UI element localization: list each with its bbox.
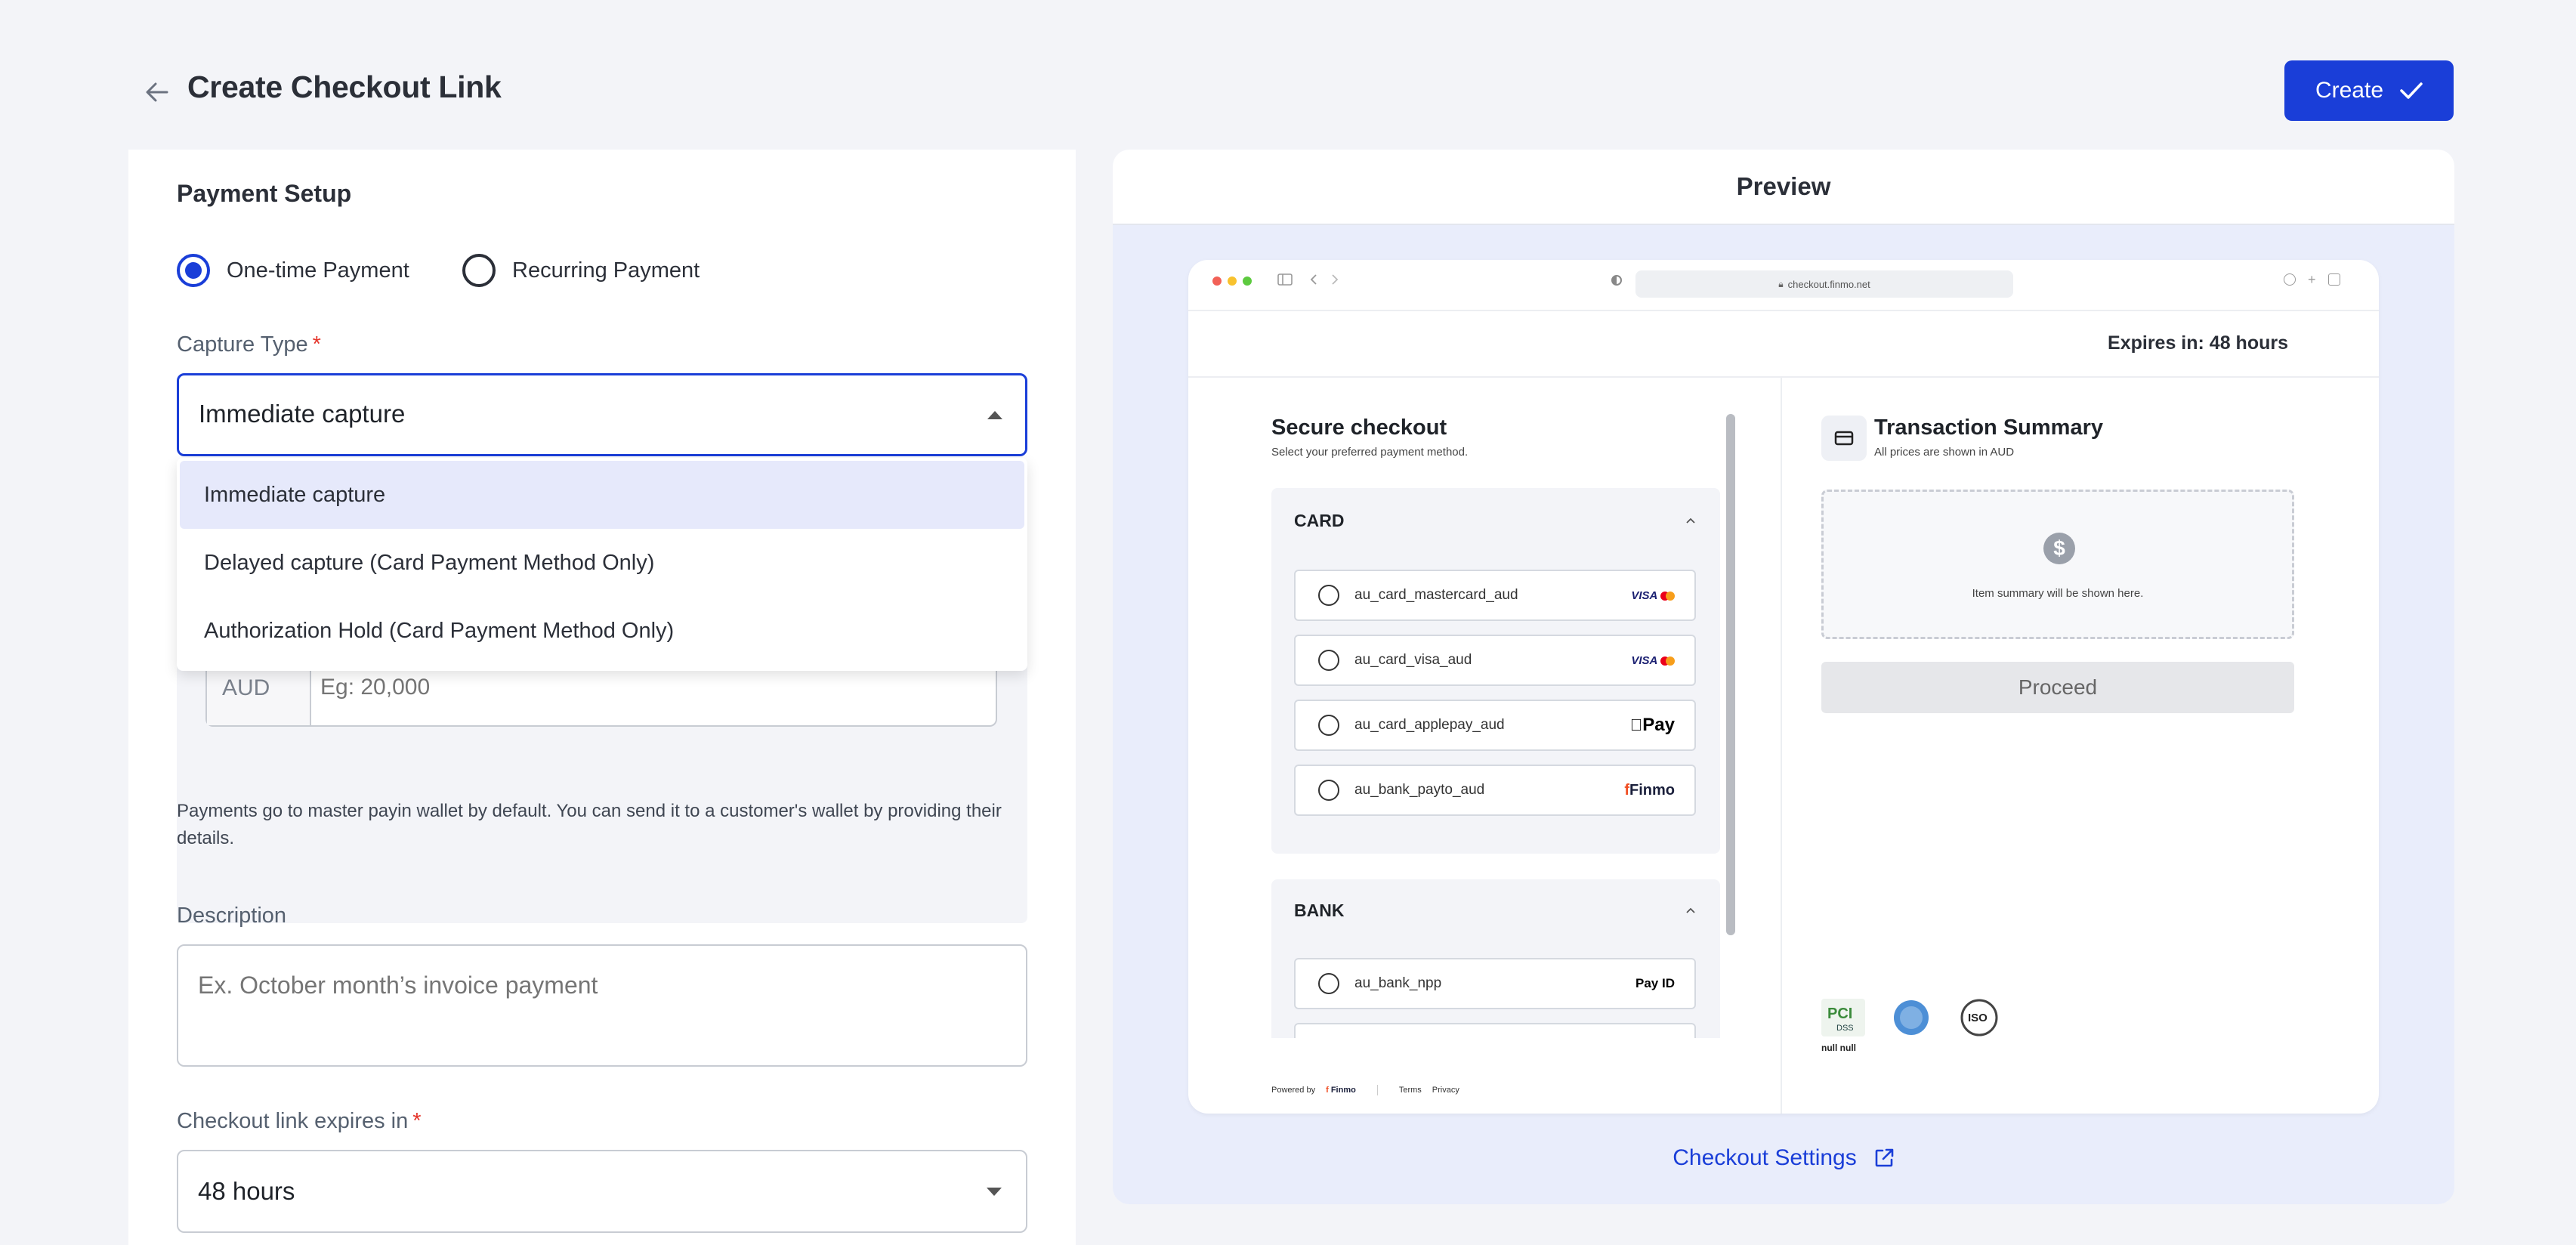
- radio-icon: [1318, 780, 1339, 801]
- capture-type-select[interactable]: Immediate capture: [177, 373, 1027, 456]
- radio-icon: [1318, 973, 1339, 994]
- summary-title: Transaction Summary: [1874, 416, 2103, 440]
- svg-text:PCI: PCI: [1827, 1006, 1852, 1022]
- sidebar-toggle-icon: [1277, 273, 1293, 286]
- item-summary-placeholder: $ Item summary will be shown here.: [1821, 490, 2294, 639]
- browser-mockup: 🔒︎ checkout.finmo.net + Expires in: 48 h…: [1188, 260, 2379, 1114]
- checkout-header: Expires in: 48 hours: [1188, 311, 2379, 378]
- chevron-up-icon[interactable]: [1685, 907, 1696, 914]
- create-button[interactable]: Create: [2284, 60, 2454, 121]
- preview-panel: Preview 🔒︎ checkout.finmo.net + Expires …: [1113, 150, 2454, 1204]
- dropdown-option[interactable]: Authorization Hold (Card Payment Method …: [180, 597, 1024, 665]
- terms-link[interactable]: Terms: [1399, 1086, 1422, 1095]
- expiry-value: 48 hours: [198, 1177, 295, 1205]
- visa-mastercard-icon: VISA: [1631, 654, 1675, 667]
- card-icon: [1821, 416, 1867, 461]
- check-icon: [2400, 82, 2423, 100]
- compliance-badges: PCI DSS ISO: [1821, 999, 2001, 1036]
- amount-input[interactable]: [320, 666, 985, 709]
- summary-subtitle: All prices are shown in AUD: [1874, 446, 2015, 459]
- payment-setup-panel: Payment Setup One-time Payment Recurring…: [128, 150, 1076, 1245]
- card-group-title: CARD: [1294, 511, 1345, 530]
- dropdown-option[interactable]: Immediate capture: [180, 461, 1024, 529]
- chevron-up-icon[interactable]: [1685, 517, 1696, 524]
- privacy-link[interactable]: Privacy: [1432, 1086, 1459, 1095]
- capture-type-value: Immediate capture: [199, 400, 406, 428]
- chevron-up-icon: [987, 411, 1002, 419]
- one-time-payment-radio[interactable]: One-time Payment: [177, 254, 409, 287]
- method-applepay[interactable]: au_card_applepay_aud Pay: [1294, 700, 1696, 751]
- item-summary-text: Item summary will be shown here.: [1972, 587, 2144, 600]
- proceed-button[interactable]: Proceed: [1821, 662, 2294, 713]
- url-text: checkout.finmo.net: [1787, 278, 1870, 290]
- browser-toolbar: 🔒︎ checkout.finmo.net +: [1188, 260, 2379, 311]
- wallet-note: Payments go to master payin wallet by de…: [177, 801, 1002, 848]
- radio-unselected-icon[interactable]: [462, 254, 496, 287]
- powered-by-text: Powered by: [1271, 1086, 1316, 1095]
- preview-title: Preview: [1113, 150, 2454, 225]
- url-bar: 🔒︎ checkout.finmo.net: [1635, 270, 2013, 298]
- method-partial[interactable]: [1294, 1023, 1696, 1038]
- create-button-label: Create: [2315, 78, 2384, 103]
- recurring-payment-radio[interactable]: Recurring Payment: [462, 254, 700, 287]
- pci-dss-badge-icon: PCI DSS: [1821, 999, 1865, 1036]
- method-npp[interactable]: au_bank_npp Pay ID: [1294, 958, 1696, 1009]
- secure-checkout-title: Secure checkout: [1271, 416, 1447, 440]
- capture-type-dropdown: Immediate capture Delayed capture (Card …: [177, 458, 1027, 671]
- radio-icon: [1318, 715, 1339, 736]
- expiry-label: Checkout link expires in *: [177, 1109, 422, 1133]
- browser-back-icon: [1309, 273, 1318, 286]
- scrollbar[interactable]: [1726, 414, 1735, 935]
- method-visa[interactable]: au_card_visa_aud VISA: [1294, 635, 1696, 686]
- visa-mastercard-icon: VISA: [1631, 589, 1675, 602]
- badges-caption: null null: [1821, 1043, 1856, 1053]
- radio-label: Recurring Payment: [512, 258, 700, 283]
- card-group: CARD au_card_mastercard_aud VISA au_card…: [1271, 488, 1720, 854]
- dropdown-option[interactable]: Delayed capture (Card Payment Method Onl…: [180, 529, 1024, 597]
- method-mastercard[interactable]: au_card_mastercard_aud VISA: [1294, 570, 1696, 621]
- checkout-footer: Powered by f Finmo Terms Privacy: [1271, 1085, 1459, 1095]
- browser-actions-icon: +: [2284, 273, 2340, 286]
- radio-label: One-time Payment: [227, 258, 409, 283]
- method-payto[interactable]: au_bank_payto_aud fFinmo: [1294, 765, 1696, 816]
- secure-checkout-subtitle: Select your preferred payment method.: [1271, 446, 1469, 459]
- apple-pay-icon: Pay: [1630, 715, 1675, 735]
- lock-icon: 🔒︎: [1778, 278, 1784, 289]
- finmo-footer-logo-icon: f Finmo: [1326, 1086, 1356, 1095]
- bank-group: BANK au_bank_npp Pay ID: [1271, 879, 1720, 1038]
- radio-icon: [1318, 585, 1339, 606]
- chevron-down-icon: [987, 1188, 1002, 1196]
- svg-text:ISO: ISO: [1968, 1012, 1988, 1024]
- dollar-icon: $: [2043, 533, 2075, 564]
- expiry-select[interactable]: 48 hours: [177, 1150, 1027, 1233]
- certification-badge-icon: [1889, 999, 1933, 1036]
- radio-selected-icon[interactable]: [177, 254, 210, 287]
- description-label: Description: [177, 904, 287, 928]
- radio-icon: [1318, 650, 1339, 671]
- checkout-methods-column: Secure checkout Select your preferred pa…: [1188, 378, 1782, 1114]
- capture-type-label: Capture Type *: [177, 332, 321, 357]
- external-link-icon[interactable]: [1873, 1148, 1895, 1169]
- section-title: Payment Setup: [177, 180, 352, 207]
- browser-forward-icon: [1330, 273, 1339, 286]
- description-input[interactable]: [177, 944, 1027, 1067]
- page-title: Create Checkout Link: [187, 70, 502, 104]
- bank-group-title: BANK: [1294, 901, 1345, 920]
- checkout-settings-link[interactable]: Checkout Settings: [1113, 1145, 2454, 1171]
- amount-section: AUD: [177, 648, 1027, 923]
- back-arrow-icon[interactable]: [141, 76, 174, 109]
- window-controls-icon: [1212, 276, 1252, 286]
- iso-27001-badge-icon: ISO: [1957, 999, 2001, 1036]
- payid-logo-icon: Pay ID: [1635, 976, 1675, 990]
- summary-column: Transaction Summary All prices are shown…: [1784, 378, 2379, 1114]
- expiry-text: Expires in: 48 hours: [2108, 332, 2288, 354]
- svg-text:DSS: DSS: [1836, 1024, 1854, 1033]
- methods-scroll: CARD au_card_mastercard_aud VISA au_card…: [1271, 488, 1720, 1038]
- finmo-logo-icon: fFinmo: [1624, 781, 1675, 799]
- shield-icon: [1611, 275, 1622, 286]
- checkout-settings-label[interactable]: Checkout Settings: [1673, 1145, 1856, 1171]
